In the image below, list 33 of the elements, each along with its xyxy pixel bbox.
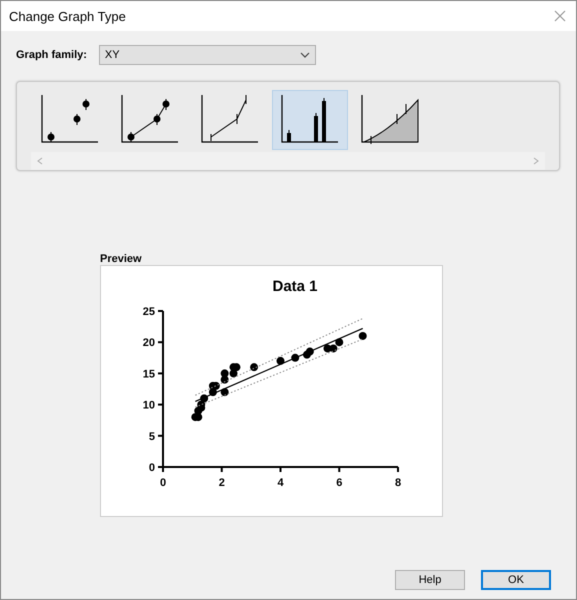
y-tick-label: 20 xyxy=(142,337,155,350)
help-button[interactable]: Help xyxy=(395,570,465,590)
data-point xyxy=(250,363,258,372)
x-tick-label: 8 xyxy=(394,477,402,489)
preview-label: Preview xyxy=(100,253,143,265)
data-point xyxy=(329,344,338,352)
data-point xyxy=(276,356,284,365)
chevron-icon xyxy=(300,52,310,58)
window-title: Change Graph Type xyxy=(9,8,126,24)
y-tick-label: 5 xyxy=(148,430,155,443)
data-point xyxy=(220,388,229,396)
graph-type-option[interactable] xyxy=(272,90,348,150)
ok-button[interactable]: OK xyxy=(481,570,551,590)
data-point xyxy=(200,394,208,402)
graph-family-label: Graph family: xyxy=(16,49,87,61)
x-tick-label: 4 xyxy=(277,477,284,489)
y-tick-label: 25 xyxy=(142,306,155,318)
x-tick-label: 6 xyxy=(336,477,342,489)
close-icon[interactable] xyxy=(554,10,566,22)
x-tick-label: 0 xyxy=(160,477,166,489)
data-point xyxy=(358,332,367,340)
x-tick-label: 2 xyxy=(218,477,225,489)
data-point xyxy=(232,363,240,372)
data-point xyxy=(306,348,314,356)
y-tick-label: 10 xyxy=(142,400,155,412)
graph-family-dropdown[interactable]: XY xyxy=(98,45,316,65)
y-tick-label: 0 xyxy=(148,462,155,474)
data-point xyxy=(291,354,300,362)
data-point xyxy=(220,369,229,378)
data-point xyxy=(212,382,220,390)
data-point xyxy=(335,338,344,346)
y-tick-label: 15 xyxy=(142,368,155,380)
chart-title: Data 1 xyxy=(272,278,318,295)
